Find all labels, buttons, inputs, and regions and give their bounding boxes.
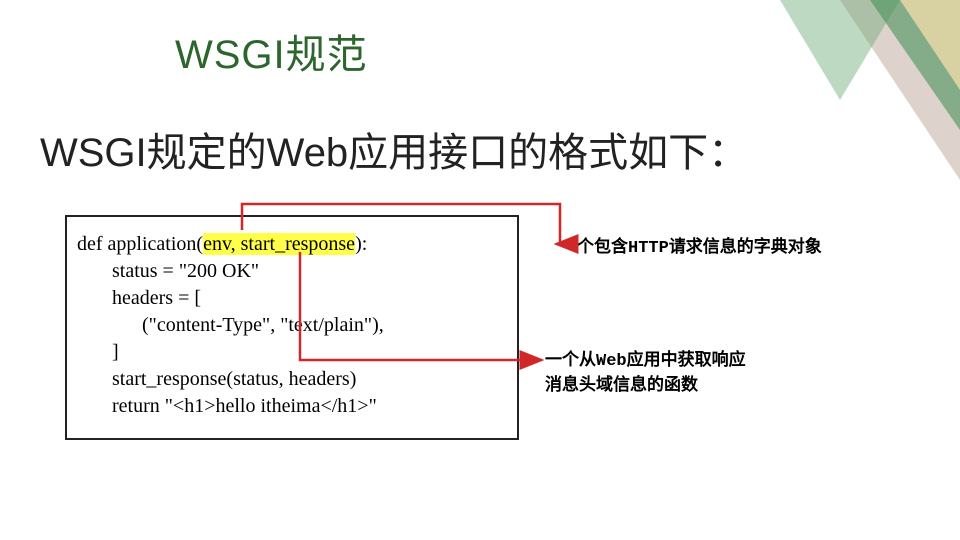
anno-sr-a: 一个从 <box>545 350 596 369</box>
page-subtitle: WSGI规定的Web应用接口的格式如下： <box>40 120 748 178</box>
code-line-7: return "<h1>hello itheima</h1>" <box>77 393 507 420</box>
annotation-env: 一个包含HTTP请求信息的字典对象 <box>560 236 822 261</box>
code-line-1: def application(env, start_response): <box>77 231 507 258</box>
anno-env-mono: HTTP <box>628 239 669 258</box>
decorative-triangles <box>740 0 960 200</box>
code-def-close: ): <box>355 233 367 255</box>
code-line-6: start_response(status, headers) <box>77 366 507 393</box>
anno-sr-b: 应用中获取响应 <box>627 350 746 369</box>
anno-env-b: 请求信息的字典对象 <box>669 237 822 256</box>
code-line-5: ] <box>77 339 507 366</box>
code-box: def application(env, start_response): st… <box>65 215 519 440</box>
code-params-highlight: env, start_response <box>203 233 355 255</box>
triangle-brown <box>840 0 960 180</box>
page-title: WSGI规范 <box>175 22 368 80</box>
triangle-tan <box>900 0 960 90</box>
code-def: def application( <box>77 233 203 255</box>
code-line-2: status = "200 OK" <box>77 258 507 285</box>
anno-sr-c: 消息头域信息的函数 <box>545 375 698 394</box>
anno-sr-mono: Web <box>596 352 627 371</box>
code-line-3: headers = [ <box>77 285 507 312</box>
triangle-olive <box>780 0 900 100</box>
slide: WSGI规范 WSGI规定的Web应用接口的格式如下： def applicat… <box>0 0 960 540</box>
triangle-green <box>870 0 960 130</box>
code-line-4: ("content-Type", "text/plain"), <box>77 312 507 339</box>
anno-env-a: 一个包含 <box>560 237 628 256</box>
annotation-start-response: 一个从Web应用中获取响应 消息头域信息的函数 <box>545 349 805 397</box>
